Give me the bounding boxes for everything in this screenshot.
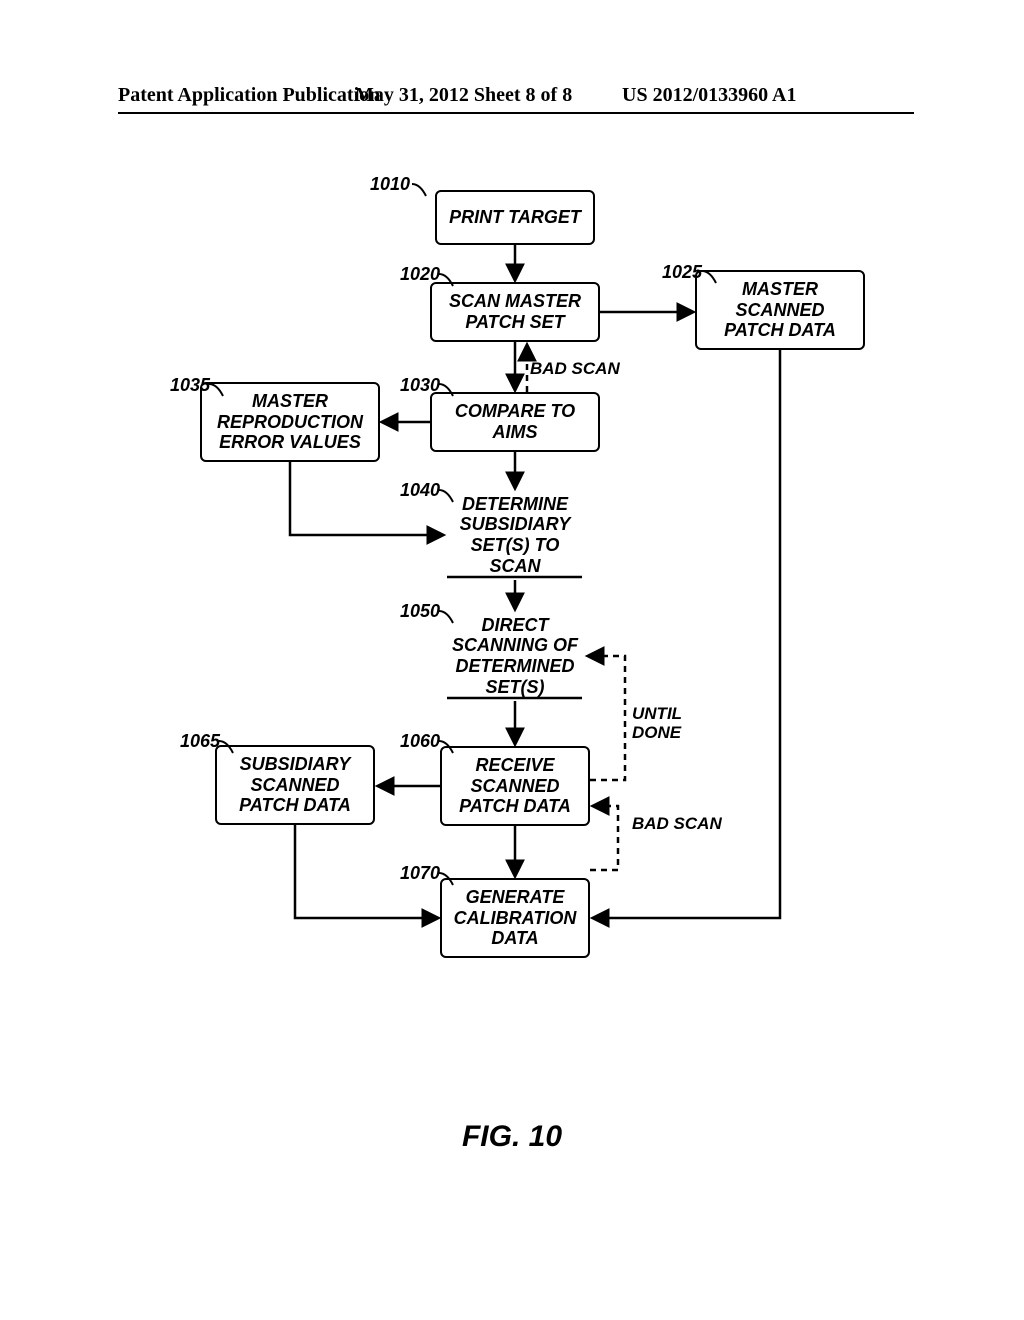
ref-1035: 1035	[170, 375, 210, 396]
ref-1040: 1040	[400, 480, 440, 501]
box-compare-to-aims: COMPARE TO AIMS	[430, 392, 600, 452]
ref-tick-1035	[207, 380, 227, 400]
box-master-scanned-patch-data: MASTER SCANNED PATCH DATA	[695, 270, 865, 350]
box-scan-master-patch-set: SCAN MASTER PATCH SET	[430, 282, 600, 342]
box-direct-scanning: DIRECT SCANNING OF DETERMINED SET(S)	[445, 611, 585, 701]
box-subsidiary-scanned-patch-data: SUBSIDIARY SCANNED PATCH DATA	[215, 745, 375, 825]
box-determine-subsidiary-sets: DETERMINE SUBSIDIARY SET(S) TO SCAN	[445, 490, 585, 580]
header-left: Patent Application Publication	[118, 84, 380, 107]
ref-1020: 1020	[400, 264, 440, 285]
ref-1050: 1050	[400, 601, 440, 622]
box-master-reproduction-error-values: MASTER REPRODUCTION ERROR VALUES	[200, 382, 380, 462]
header-center: May 31, 2012 Sheet 8 of 8	[355, 84, 572, 107]
box-determine-sub-label: DETERMINE SUBSIDIARY SET(S) TO SCAN	[460, 494, 571, 577]
ref-tick-1030	[437, 380, 457, 400]
ref-tick-1025	[700, 267, 720, 287]
ref-1060: 1060	[400, 731, 440, 752]
box-generate-calibration-data: GENERATE CALIBRATION DATA	[440, 878, 590, 958]
figure-caption: FIG. 10	[0, 1120, 1024, 1154]
box-scan-master-label: SCAN MASTER PATCH SET	[449, 291, 581, 332]
ref-1010: 1010	[370, 174, 410, 195]
flowchart: PRINT TARGET SCAN MASTER PATCH SET MASTE…	[0, 170, 1024, 1120]
annot-bad-scan-2: BAD SCAN	[632, 815, 722, 834]
annot-bad-scan-1: BAD SCAN	[530, 360, 620, 379]
box-master-repro-label: MASTER REPRODUCTION ERROR VALUES	[217, 391, 363, 453]
ref-1070: 1070	[400, 863, 440, 884]
ref-tick-1065	[217, 737, 237, 757]
ref-tick-1070	[437, 869, 457, 889]
box-print-target-label: PRINT TARGET	[449, 207, 581, 228]
ref-tick-1010	[410, 180, 430, 200]
box-subsidiary-scanned-label: SUBSIDIARY SCANNED PATCH DATA	[239, 754, 351, 816]
header-right: US 2012/0133960 A1	[622, 84, 796, 107]
annot-until-done: UNTIL DONE	[632, 705, 682, 742]
box-generate-cal-label: GENERATE CALIBRATION DATA	[454, 887, 577, 949]
box-receive-scanned-label: RECEIVE SCANNED PATCH DATA	[459, 755, 571, 817]
ref-tick-1060	[437, 737, 457, 757]
ref-tick-1050	[437, 607, 457, 627]
ref-tick-1040	[437, 486, 457, 506]
box-print-target: PRINT TARGET	[435, 190, 595, 245]
ref-1065: 1065	[180, 731, 220, 752]
box-direct-scanning-label: DIRECT SCANNING OF DETERMINED SET(S)	[452, 615, 578, 698]
ref-tick-1020	[437, 270, 457, 290]
box-compare-aims-label: COMPARE TO AIMS	[455, 401, 575, 442]
ref-1025: 1025	[662, 262, 702, 283]
ref-1030: 1030	[400, 375, 440, 396]
box-receive-scanned-patch-data: RECEIVE SCANNED PATCH DATA	[440, 746, 590, 826]
box-master-scanned-label: MASTER SCANNED PATCH DATA	[724, 279, 836, 341]
header-rule	[118, 112, 914, 114]
